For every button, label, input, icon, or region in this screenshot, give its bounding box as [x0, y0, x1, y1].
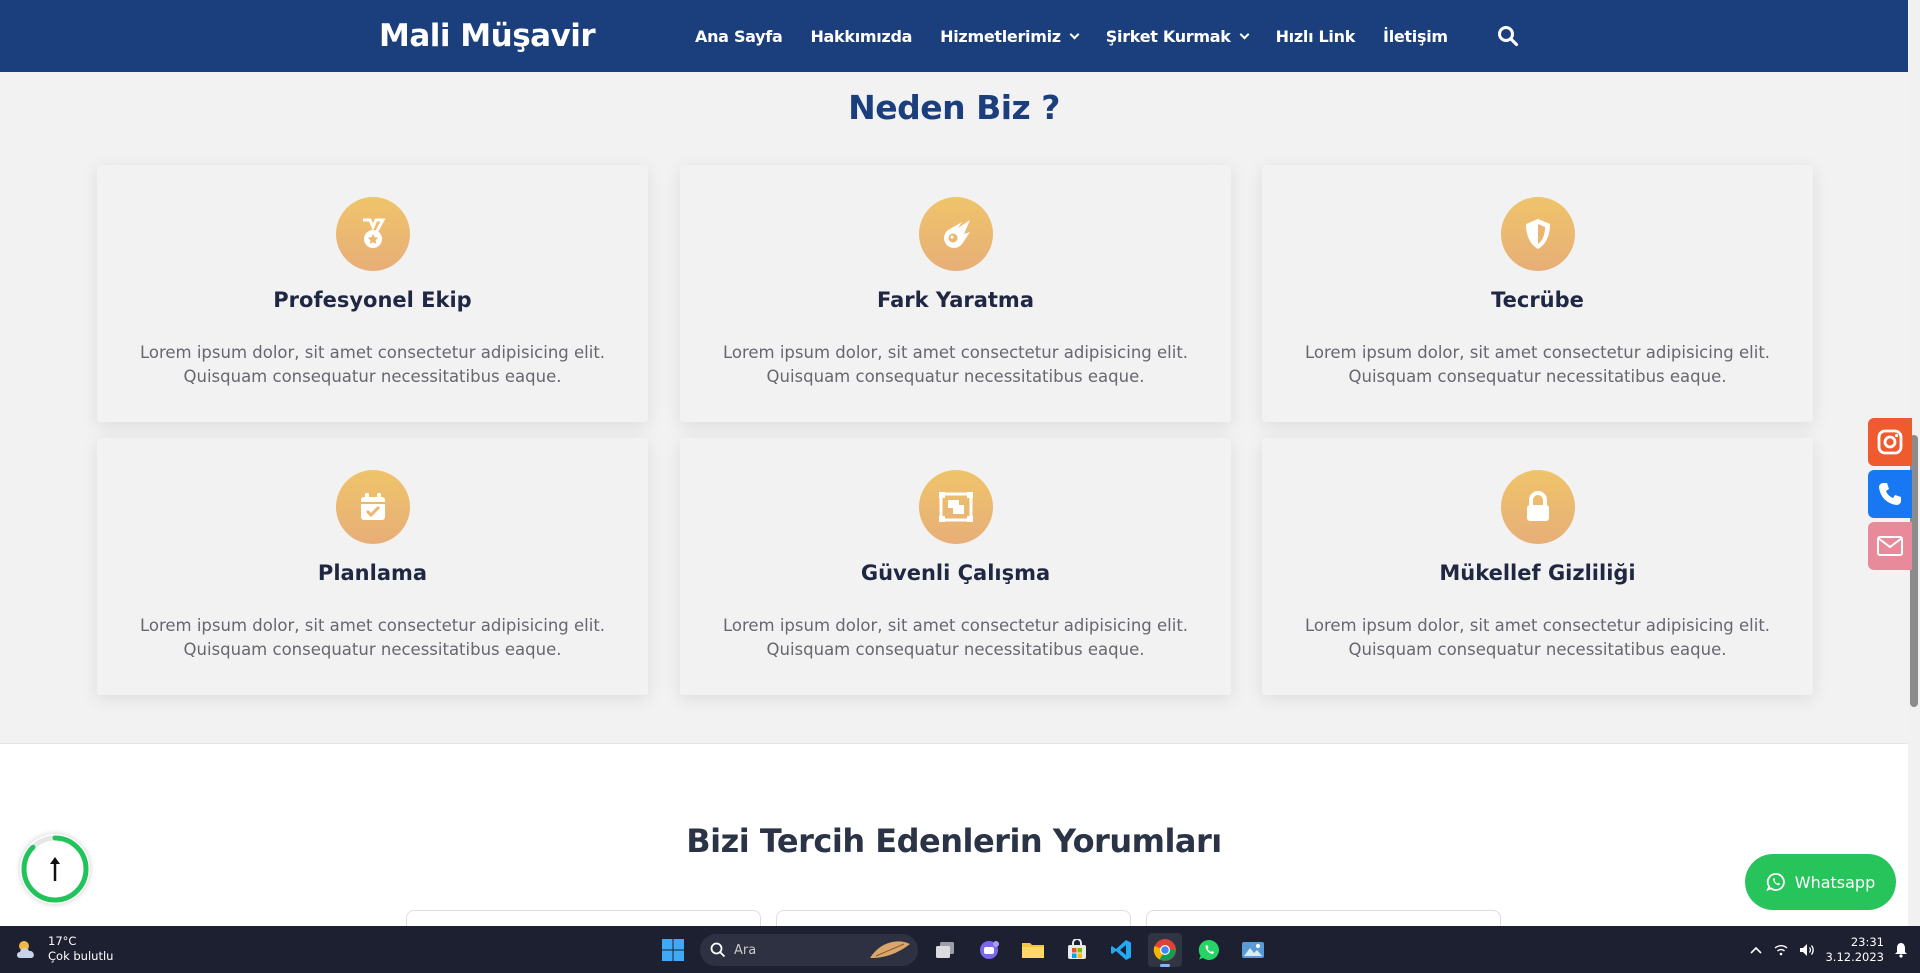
feature-card: Mükellef Gizliliği Lorem ipsum dolor, si…: [1262, 438, 1813, 695]
card-text-line: Lorem ipsum dolor, sit amet consectetur …: [139, 343, 606, 362]
meteor-icon: [918, 197, 993, 271]
chevron-up-icon[interactable]: [1749, 945, 1763, 955]
medal-icon: [335, 197, 410, 271]
nav-label: Hizmetlerimiz: [940, 26, 1061, 46]
card-text-line: Quisquam consequatur necessitatibus eaqu…: [183, 367, 562, 386]
instagram-button[interactable]: [1868, 418, 1912, 466]
lock-icon: [1500, 470, 1575, 544]
object-group-icon: [918, 470, 993, 544]
system-tray: 23:31 3.12.2023: [1749, 926, 1908, 973]
card-title: Profesyonel Ekip: [273, 288, 472, 312]
why-us-section: Neden Biz ? Profesyonel Ekip Lorem ipsum…: [0, 72, 1908, 744]
reviews-title: Bizi Tercih Edenlerin Yorumları: [686, 822, 1222, 860]
search-icon: [710, 942, 726, 958]
instagram-icon: [1877, 429, 1903, 455]
card-text-line: Lorem ipsum dolor, sit amet consectetur …: [722, 343, 1189, 362]
weather-widget[interactable]: 17°C Çok bulutlu: [14, 934, 113, 964]
teams-icon[interactable]: [972, 933, 1006, 967]
feature-card: Fark Yaratma Lorem ipsum dolor, sit amet…: [680, 165, 1231, 422]
nav-label: Ana Sayfa: [695, 26, 783, 46]
card-text-line: Quisquam consequatur necessitatibus eaqu…: [1348, 640, 1727, 659]
weather-desc: Çok bulutlu: [48, 949, 114, 963]
main-nav: Ana Sayfa Hakkımızda Hizmetlerimiz Şirke…: [695, 0, 1448, 72]
nav-label: Şirket Kurmak: [1105, 26, 1231, 46]
task-view-icon[interactable]: [928, 933, 962, 967]
email-button[interactable]: [1868, 522, 1912, 570]
card-text-line: Lorem ipsum dolor, sit amet consectetur …: [139, 616, 606, 635]
phone-button[interactable]: [1868, 470, 1912, 518]
card-text: Lorem ipsum dolor, sit amet consectetur …: [127, 341, 618, 389]
card-text: Lorem ipsum dolor, sit amet consectetur …: [710, 341, 1201, 389]
nav-item-hakkimizda[interactable]: Hakkımızda: [810, 27, 912, 46]
nav-item-sirket-kurmak[interactable]: Şirket Kurmak: [1105, 26, 1250, 46]
section-title: Neden Biz ?: [848, 88, 1060, 127]
feature-card: Profesyonel Ekip Lorem ipsum dolor, sit …: [97, 165, 648, 422]
system-clock[interactable]: 23:31 3.12.2023: [1825, 935, 1884, 965]
windows-taskbar: 17°C Çok bulutlu Ara 23:31 3.12.2023: [0, 926, 1920, 973]
nav-label: Hızlı Link: [1275, 26, 1356, 46]
vscode-icon[interactable]: [1104, 933, 1138, 967]
volume-icon[interactable]: [1799, 943, 1815, 957]
nav-item-hizmetlerimiz[interactable]: Hizmetlerimiz: [940, 26, 1080, 46]
card-text: Lorem ipsum dolor, sit amet consectetur …: [1292, 341, 1783, 389]
taskbar-search[interactable]: Ara: [700, 934, 918, 966]
calendar-check-icon: [335, 470, 410, 544]
nav-item-hizli-link[interactable]: Hızlı Link: [1275, 26, 1356, 46]
card-text-line: Lorem ipsum dolor, sit amet consectetur …: [1304, 343, 1771, 362]
whatsapp-label: Whatsapp: [1794, 872, 1876, 892]
search-highlight-icon: [870, 941, 910, 958]
card-title: Tecrübe: [1491, 288, 1584, 312]
card-title: Mükellef Gizliliği: [1439, 561, 1636, 585]
card-text: Lorem ipsum dolor, sit amet consectetur …: [127, 614, 618, 662]
chevron-down-icon: [1239, 29, 1250, 39]
clock-date: 3.12.2023: [1825, 949, 1884, 964]
chevron-down-icon: [1069, 29, 1080, 39]
mail-icon: [1877, 536, 1903, 556]
feature-card: Planlama Lorem ipsum dolor, sit amet con…: [97, 438, 648, 695]
file-explorer-icon[interactable]: [1016, 933, 1050, 967]
nav-item-ana-sayfa[interactable]: Ana Sayfa: [695, 26, 783, 46]
card-title: Güvenli Çalışma: [860, 561, 1051, 585]
site-header: Mali Müşavir Ana Sayfa Hakkımızda Hizmet…: [0, 0, 1908, 72]
clock-time: 23:31: [1850, 934, 1884, 949]
card-text-line: Quisquam consequatur necessitatibus eaqu…: [183, 640, 562, 659]
card-text: Lorem ipsum dolor, sit amet consectetur …: [1292, 614, 1783, 662]
scroll-to-top-button[interactable]: [20, 834, 90, 904]
taskbar-apps: Ara: [656, 932, 1270, 968]
nav-item-iletisim[interactable]: İletişim: [1383, 27, 1448, 46]
whatsapp-button[interactable]: Whatsapp: [1745, 854, 1896, 910]
wifi-icon[interactable]: [1773, 943, 1789, 957]
card-text-line: Lorem ipsum dolor, sit amet consectetur …: [1304, 616, 1771, 635]
brand-logo[interactable]: Mali Müşavir: [379, 18, 596, 54]
notification-bell-icon[interactable]: [1894, 942, 1908, 958]
card-title: Planlama: [317, 561, 428, 585]
phone-icon: [1879, 483, 1901, 505]
chrome-icon[interactable]: [1148, 933, 1182, 967]
card-text-line: Quisquam consequatur necessitatibus eaqu…: [1348, 367, 1727, 386]
feature-card: Tecrübe Lorem ipsum dolor, sit amet cons…: [1262, 165, 1813, 422]
card-text-line: Quisquam consequatur necessitatibus eaqu…: [766, 367, 1145, 386]
card-text-line: Lorem ipsum dolor, sit amet consectetur …: [722, 616, 1189, 635]
search-icon[interactable]: [1497, 25, 1519, 47]
card-text-line: Quisquam consequatur necessitatibus eaqu…: [766, 640, 1145, 659]
nav-label: İletişim: [1383, 26, 1448, 46]
photos-icon[interactable]: [1236, 933, 1270, 967]
arrow-up-icon: [50, 857, 60, 881]
shield-icon: [1500, 197, 1575, 271]
nav-label: Hakkımızda: [810, 26, 913, 46]
search-placeholder: Ara: [734, 942, 757, 958]
card-text: Lorem ipsum dolor, sit amet consectetur …: [710, 614, 1201, 662]
whatsapp-icon: [1766, 873, 1785, 892]
card-title: Fark Yaratma: [877, 288, 1034, 312]
whatsapp-icon[interactable]: [1192, 933, 1226, 967]
feature-card: Güvenli Çalışma Lorem ipsum dolor, sit a…: [680, 438, 1231, 695]
start-icon[interactable]: [656, 933, 690, 967]
store-icon[interactable]: [1060, 933, 1094, 967]
weather-temp: 17°C: [48, 934, 77, 948]
cloud-sun-icon: [17, 941, 34, 958]
